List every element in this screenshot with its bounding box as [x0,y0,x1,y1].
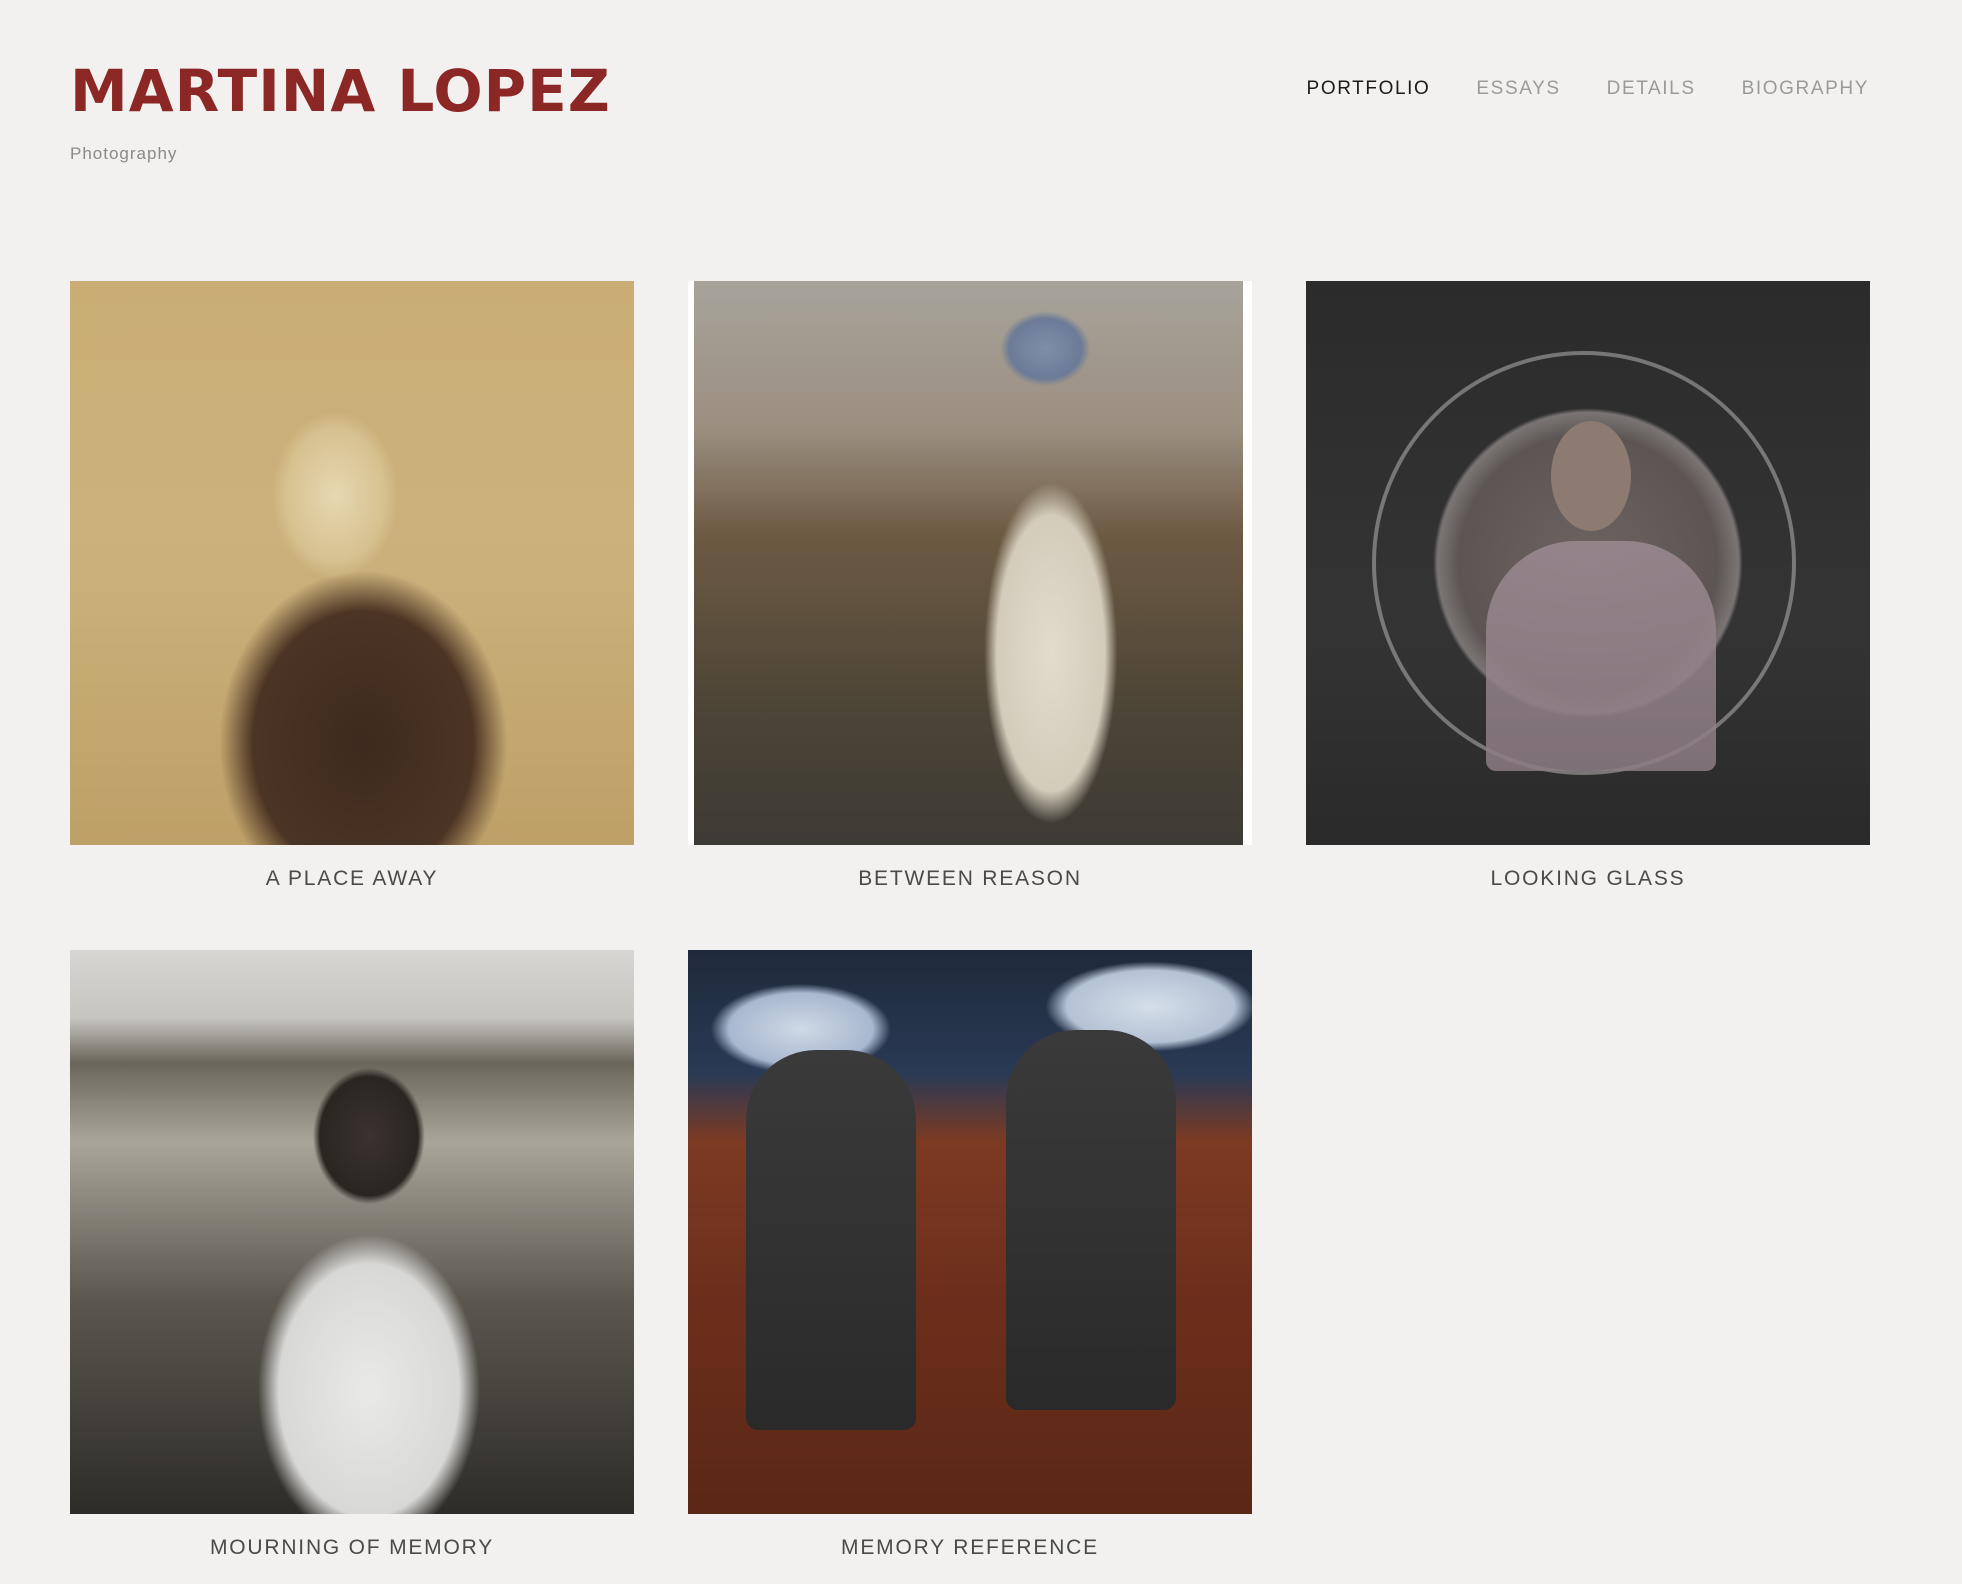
nav-essays[interactable]: ESSAYS [1476,78,1560,100]
portfolio-caption[interactable]: MOURNING OF MEMORY [70,1536,634,1560]
portfolio-item-looking-glass[interactable]: LOOKING GLASS [1306,281,1870,891]
portfolio-thumbnail[interactable] [70,281,634,845]
portfolio-caption[interactable]: LOOKING GLASS [1306,867,1870,891]
nav-details[interactable]: DETAILS [1607,78,1696,100]
portfolio-thumbnail[interactable] [70,950,634,1514]
portfolio-item-between-reason[interactable]: BETWEEN REASON [688,281,1252,891]
portfolio-thumbnail[interactable] [688,281,1252,845]
site-tagline: Photography [70,144,178,163]
main-nav: PORTFOLIO ESSAYS DETAILS BIOGRAPHY [1307,78,1869,100]
portfolio-thumbnail[interactable] [688,950,1252,1514]
nav-biography[interactable]: BIOGRAPHY [1742,78,1869,100]
head-shape [1551,421,1631,531]
portfolio-item-memory-reference[interactable]: MEMORY REFERENCE [688,950,1252,1560]
figure-shape [1486,541,1716,771]
portfolio-item-a-place-away[interactable]: A PLACE AWAY [70,281,634,891]
portfolio-item-mourning-of-memory[interactable]: MOURNING OF MEMORY [70,950,634,1560]
portfolio-caption[interactable]: A PLACE AWAY [70,867,634,891]
portfolio-thumbnail[interactable] [1306,281,1870,845]
portfolio-caption[interactable]: MEMORY REFERENCE [688,1536,1252,1560]
seated-man-shape [746,1050,916,1430]
nav-portfolio[interactable]: PORTFOLIO [1307,78,1431,100]
site-header: MARTINA LOPEZ Photography PORTFOLIO ESSA… [70,56,1869,176]
seated-man-shape [1006,1030,1176,1410]
portfolio-caption[interactable]: BETWEEN REASON [688,867,1252,891]
